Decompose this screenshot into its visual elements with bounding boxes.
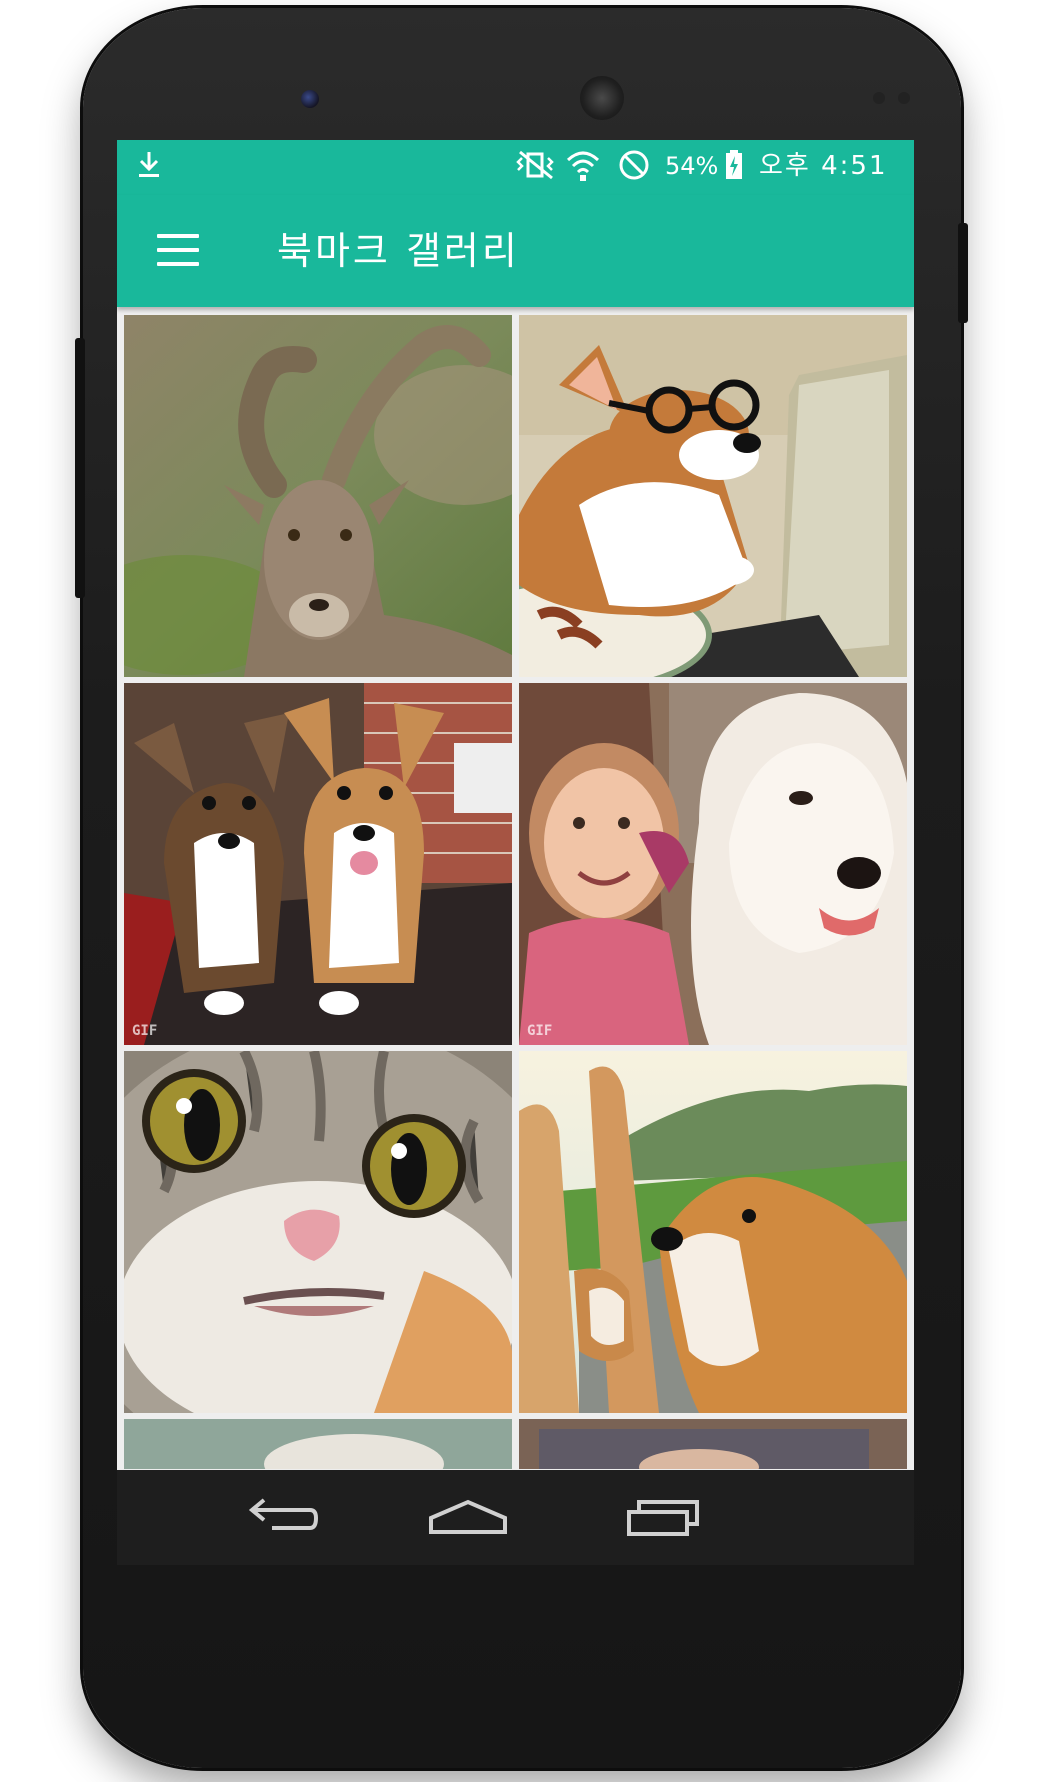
volume-button	[75, 338, 85, 598]
proximity-sensor	[873, 92, 885, 104]
gallery-item-partial-1[interactable]	[124, 1419, 512, 1469]
gallery-item-shiba[interactable]	[519, 1051, 907, 1413]
battery-percent: 54%	[665, 152, 719, 180]
vibrate-icon	[512, 148, 558, 192]
home-icon[interactable]	[423, 1488, 513, 1548]
gallery-item-kitten[interactable]	[124, 1051, 512, 1413]
gallery-item-child-samoyed[interactable]: GIF	[519, 683, 907, 1045]
earpiece-speaker	[580, 76, 624, 120]
light-sensor	[898, 92, 910, 104]
bookmark-gallery-grid: GIF GIF	[117, 307, 914, 1565]
clock: 오후 4:51	[759, 151, 888, 181]
recents-icon[interactable]	[617, 1488, 707, 1548]
navigation-bar	[117, 1470, 914, 1565]
hamburger-menu-icon[interactable]	[157, 230, 199, 270]
battery-charging-icon	[725, 148, 743, 192]
gif-badge: GIF	[132, 1023, 158, 1039]
gallery-item-corgi-puppies[interactable]: GIF	[124, 683, 512, 1045]
gallery-item-ibex[interactable]	[124, 315, 512, 677]
status-bar: 54% 오후 4:51	[117, 140, 914, 195]
power-button	[958, 223, 968, 323]
gallery-item-partial-2[interactable]	[519, 1419, 907, 1469]
front-camera	[301, 90, 319, 108]
back-icon[interactable]	[232, 1488, 322, 1548]
page-title: 북마크 갤러리	[277, 229, 520, 273]
gif-badge: GIF	[527, 1023, 553, 1039]
app-bar: 북마크 갤러리	[117, 195, 914, 307]
phone-screen: 54% 오후 4:51 북마크 갤러리 GIF GIF	[117, 140, 914, 1565]
gallery-item-corgi-glasses[interactable]	[519, 315, 907, 677]
wifi-icon	[565, 148, 601, 192]
download-icon	[135, 148, 163, 192]
do-not-disturb-icon	[617, 148, 651, 192]
